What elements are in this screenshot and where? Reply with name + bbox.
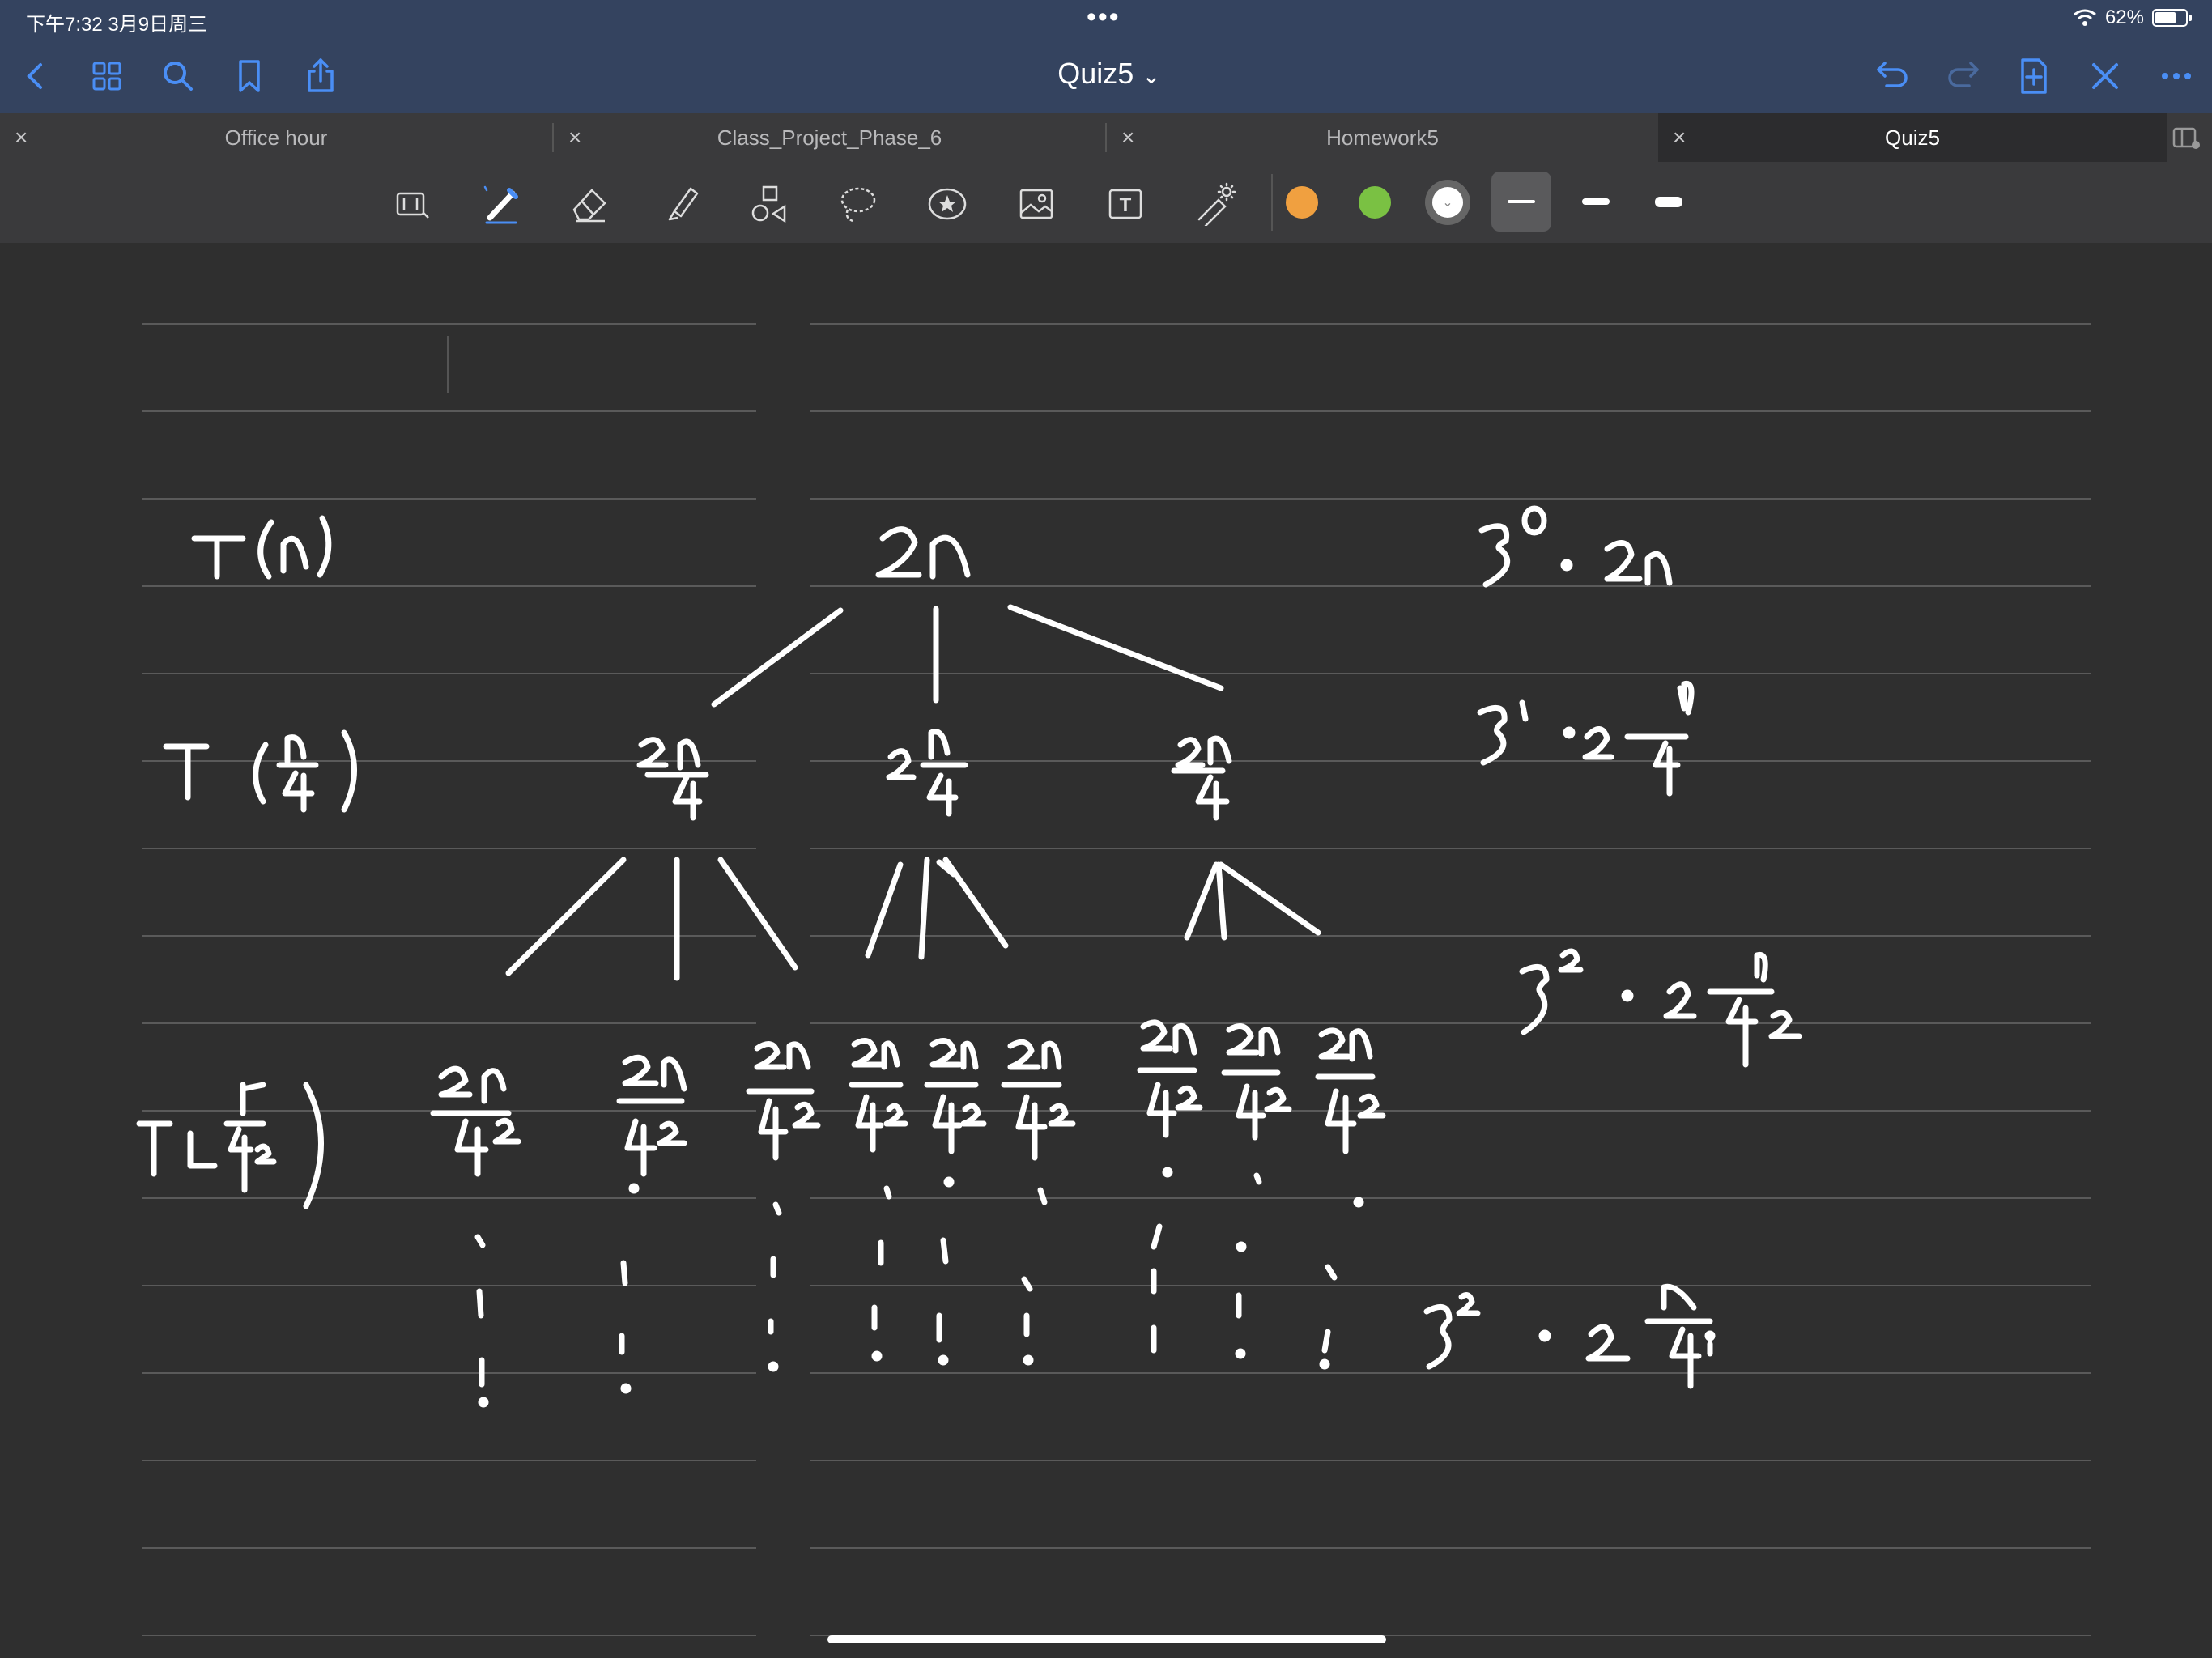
search-icon[interactable]: [155, 53, 201, 99]
ellipsis-dots: [474, 1167, 1364, 1408]
handwriting: [136, 505, 1802, 1408]
battery-percent: 62%: [2104, 6, 2144, 28]
ruled-lines: [142, 323, 2091, 1636]
color-swatch-white-selected[interactable]: ⌄: [1425, 180, 1470, 225]
battery-icon: [2152, 9, 2192, 27]
color-swatch-green[interactable]: [1359, 186, 1391, 219]
document-title-text: Quiz5: [1057, 57, 1134, 90]
more-options-icon[interactable]: [2154, 53, 2199, 99]
tab-label: Homework5: [1326, 125, 1439, 150]
tab-label: Office hour: [224, 125, 328, 150]
drawing-toolbar: T ⌄: [0, 162, 2212, 393]
share-icon[interactable]: [298, 53, 343, 99]
stroke-thick-option[interactable]: [1639, 172, 1699, 232]
navigation-bar: Quiz5 ⌄: [0, 40, 2212, 113]
sticker-icon[interactable]: [921, 178, 973, 230]
keyboard-scan-icon[interactable]: [387, 178, 439, 230]
multitasking-dots[interactable]: •••: [1087, 2, 1121, 33]
eraser-icon[interactable]: [564, 178, 615, 230]
tab-label: Quiz5: [1885, 125, 1940, 150]
tab-class-project-phase-6[interactable]: × Class_Project_Phase_6: [554, 113, 1105, 162]
chevron-down-icon: ⌄: [1142, 63, 1161, 88]
tab-bar: × Office hour × Class_Project_Phase_6 × …: [0, 113, 2212, 162]
highlighter-icon[interactable]: [654, 178, 706, 230]
back-icon[interactable]: [13, 53, 58, 99]
status-right: 62%: [2073, 6, 2192, 29]
stroke-thin-option-selected[interactable]: [1491, 172, 1551, 232]
tab-quiz5[interactable]: × Quiz5: [1658, 113, 2167, 162]
tab-office-hour[interactable]: × Office hour: [0, 113, 552, 162]
notebook-page[interactable]: [0, 243, 2212, 1658]
split-view-icon[interactable]: [2167, 121, 2207, 154]
tab-homework5[interactable]: × Homework5: [1107, 113, 1658, 162]
svg-text:T: T: [1120, 194, 1132, 216]
redo-icon[interactable]: [1940, 53, 1985, 99]
shapes-icon[interactable]: [743, 178, 795, 230]
add-page-icon[interactable]: [2011, 53, 2057, 99]
undo-icon[interactable]: [1870, 53, 1916, 99]
status-time: 下午7:32 3月9日周三: [26, 14, 208, 36]
laser-pointer-icon[interactable]: [1189, 178, 1240, 230]
grid-view-icon[interactable]: [84, 53, 130, 99]
color-swatch-orange[interactable]: [1286, 186, 1318, 219]
image-icon[interactable]: [1010, 178, 1062, 230]
status-bar: 下午7:32 3月9日周三 ••• 62%: [0, 0, 2212, 40]
text-icon[interactable]: T: [1100, 178, 1151, 230]
lasso-icon[interactable]: [832, 178, 884, 230]
home-indicator[interactable]: [827, 1635, 1386, 1643]
document-title[interactable]: Quiz5 ⌄: [1036, 57, 1182, 91]
tab-label: Class_Project_Phase_6: [717, 125, 942, 150]
close-editing-icon[interactable]: [2082, 53, 2128, 99]
bookmark-icon[interactable]: [227, 53, 272, 99]
wifi-icon: [2074, 9, 2096, 26]
chevron-down-icon: ⌄: [1432, 187, 1463, 218]
pen-icon[interactable]: [474, 178, 526, 230]
stroke-medium-option[interactable]: [1566, 172, 1626, 232]
